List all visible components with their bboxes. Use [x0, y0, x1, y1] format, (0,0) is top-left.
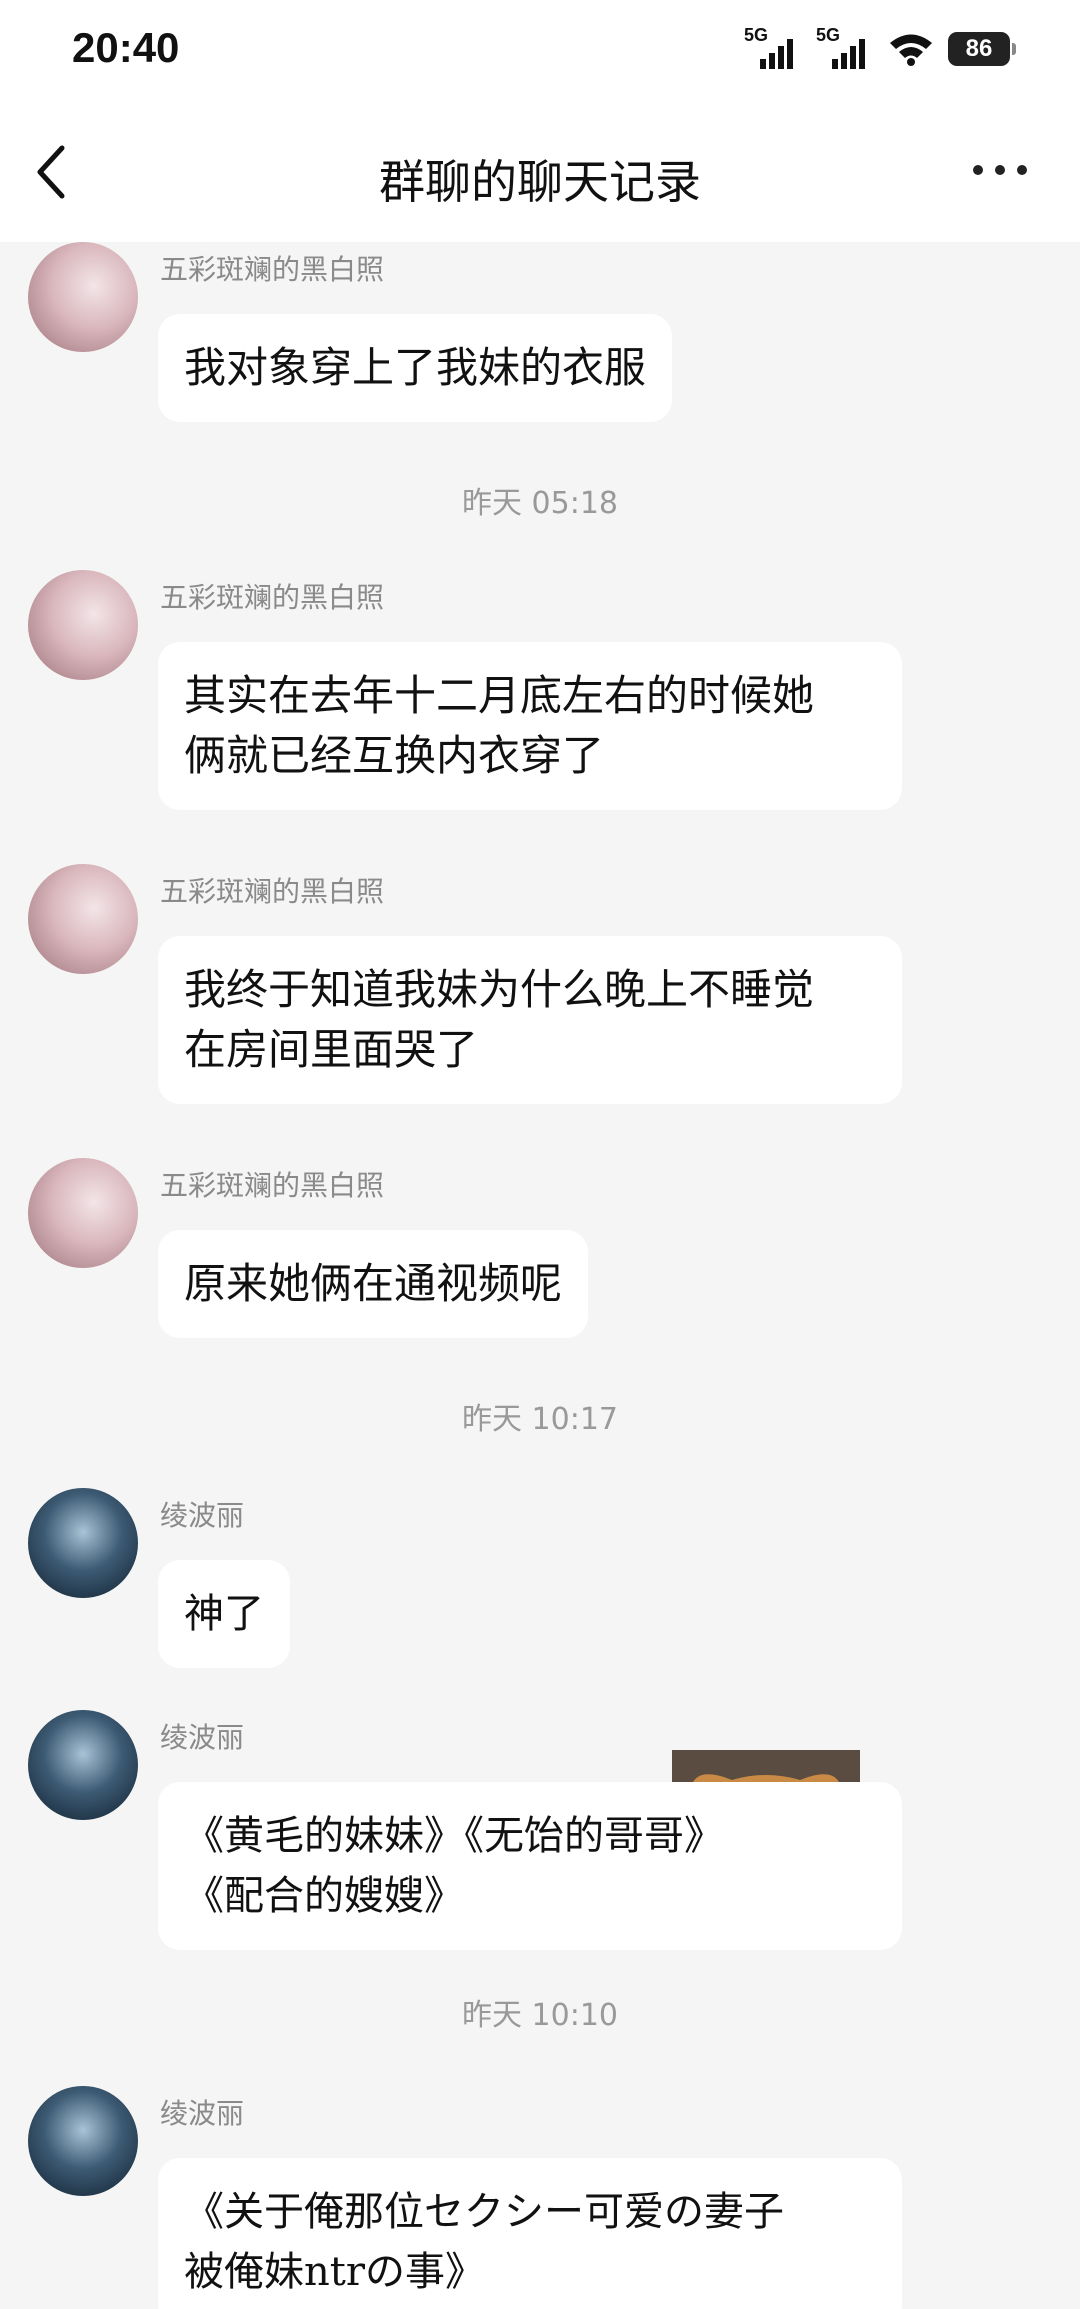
message-line: 《配合的嫂嫂》	[184, 1873, 464, 1919]
cellular-signal-icon-2: 5G	[816, 25, 874, 71]
message-bubble[interactable]: 神了	[158, 1560, 290, 1668]
nav-bar: 群聊的聊天记录	[0, 100, 1080, 242]
more-dots-icon[interactable]	[970, 160, 1030, 180]
sender-name: 五彩斑斓的黑白照	[160, 581, 385, 614]
message-bubble[interactable]: 《关于俺那位セクシー可爱の妻子 被俺妹ntrの事》	[158, 2158, 902, 2309]
avatar[interactable]	[28, 1158, 138, 1268]
avatar[interactable]	[28, 1710, 138, 1820]
message-bubble[interactable]: 《黄毛的妹妹》《无饴的哥哥》 《配合的嫂嫂》	[158, 1782, 902, 1950]
wifi-icon	[890, 34, 932, 66]
sender-name: 五彩斑斓的黑白照	[160, 875, 385, 908]
sender-name: 绫波丽	[160, 2097, 245, 2130]
message-bubble[interactable]: 我终于知道我妹为什么晚上不睡觉 在房间里面哭了	[158, 936, 902, 1104]
message-bubble[interactable]: 原来她俩在通视频呢	[158, 1230, 589, 1338]
message-line: 俩就已经互换内衣穿了	[184, 731, 605, 780]
timestamp: 昨天 10:10	[462, 1998, 618, 2033]
status-icons: 5G 5G 86	[744, 25, 1016, 72]
status-time: 20:40	[72, 24, 180, 71]
message-line: 其实在去年十二月底左右的时候她	[184, 671, 815, 720]
timestamp: 昨天 10:17	[462, 1402, 618, 1437]
avatar[interactable]	[28, 864, 138, 974]
status-bar: 20:40 5G 5G 86	[0, 0, 1080, 100]
timestamp: 昨天 05:18	[462, 486, 618, 521]
cellular-signal-icon: 5G	[744, 25, 802, 71]
message-line: 在房间里面哭了	[184, 1025, 479, 1074]
message-line: 被俺妹ntrの事》	[184, 2249, 485, 2295]
sender-name: 五彩斑斓的黑白照	[160, 253, 385, 286]
chat-history[interactable]: 五彩斑斓的黑白照 我对象穿上了我妹的衣服 昨天 05:18 五彩斑斓的黑白照 其…	[0, 242, 1080, 2309]
avatar[interactable]	[28, 1488, 138, 1598]
message-bubble[interactable]: 其实在去年十二月底左右的时候她 俩就已经互换内衣穿了	[158, 642, 902, 810]
page-title: 群聊的聊天记录	[379, 155, 701, 209]
sender-name: 五彩斑斓的黑白照	[160, 1169, 385, 1202]
message-line: 《关于俺那位セクシー可爱の妻子	[184, 2189, 784, 2235]
avatar[interactable]	[28, 570, 138, 680]
message-bubble[interactable]: 我对象穿上了我妹的衣服	[158, 314, 673, 422]
message-line: 《黄毛的妹妹》《无饴的哥哥》	[184, 1813, 724, 1859]
sender-name: 绫波丽	[160, 1499, 245, 1532]
battery-indicator: 86	[948, 32, 1016, 66]
avatar[interactable]	[28, 2086, 138, 2196]
sender-name: 绫波丽	[160, 1721, 245, 1754]
avatar[interactable]	[28, 242, 138, 352]
message-line: 我终于知道我妹为什么晚上不睡觉	[184, 965, 815, 1014]
